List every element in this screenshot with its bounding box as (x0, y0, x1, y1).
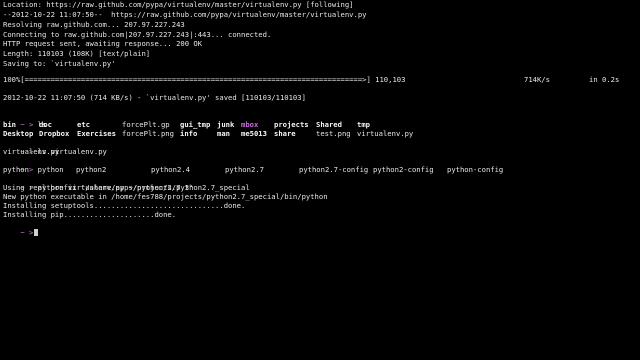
progress-time: in 0.2s (589, 75, 620, 84)
list-item: man (217, 129, 230, 138)
completion-item: python2.7 (225, 165, 264, 174)
list-item: forcePlt.png (122, 129, 174, 138)
wget-saving-line: Saving to: `virtualenv.py' (3, 59, 116, 68)
terminal-window[interactable]: Location: https://raw.github.com/pypa/vi… (0, 0, 640, 360)
completion-item: python2.4 (151, 165, 190, 174)
prompt-symbol: ~ > (20, 227, 34, 237)
list-item: info (180, 129, 198, 138)
list-item: test.png (316, 129, 351, 138)
wget-http-line: HTTP request sent, awaiting response... … (3, 39, 203, 48)
list-item: virtualenv.py (357, 129, 414, 138)
progress-bar: 100%[===================================… (3, 75, 406, 84)
wget-location-line: Location: https://raw.github.com/pypa/vi… (3, 0, 354, 9)
wget-length-line: Length: 110103 (108K) [text/plain] (3, 49, 151, 58)
progress-speed: 714K/s (524, 75, 550, 84)
list-item: share (274, 129, 296, 138)
ls-output-row-2: Desktop Dropbox Exercises forcePlt.png i… (3, 129, 633, 139)
list-item: Dropbox (39, 129, 70, 138)
python-completions: python python2 python2.4 python2.7 pytho… (3, 165, 633, 175)
wget-saved-line: 2012-10-22 11:07:50 (714 KB/s) - `virtua… (3, 93, 306, 102)
text-cursor (34, 228, 39, 236)
list-item: Exercises (77, 129, 116, 138)
prompt-line-current[interactable]: ~ > (3, 220, 39, 236)
completion-item: python2-config (373, 165, 434, 174)
ls-venv-output: virtualenv.py (3, 147, 60, 156)
wget-datetime-line: --2012-10-22 11:07:50-- https://raw.gith… (3, 10, 367, 19)
wget-progress-line: 100%[===================================… (3, 75, 633, 85)
wget-resolving-line: Resolving raw.github.com... 207.97.227.2… (3, 20, 185, 29)
completion-item: python (3, 165, 29, 174)
list-item: me5013 (241, 129, 267, 138)
completion-item: python2.7-config (299, 165, 369, 174)
completion-item: python2 (76, 165, 107, 174)
completion-item: python-config (447, 165, 504, 174)
venv-pip-line: Installing pip.....................done. (3, 210, 177, 219)
list-item: Desktop (3, 129, 34, 138)
